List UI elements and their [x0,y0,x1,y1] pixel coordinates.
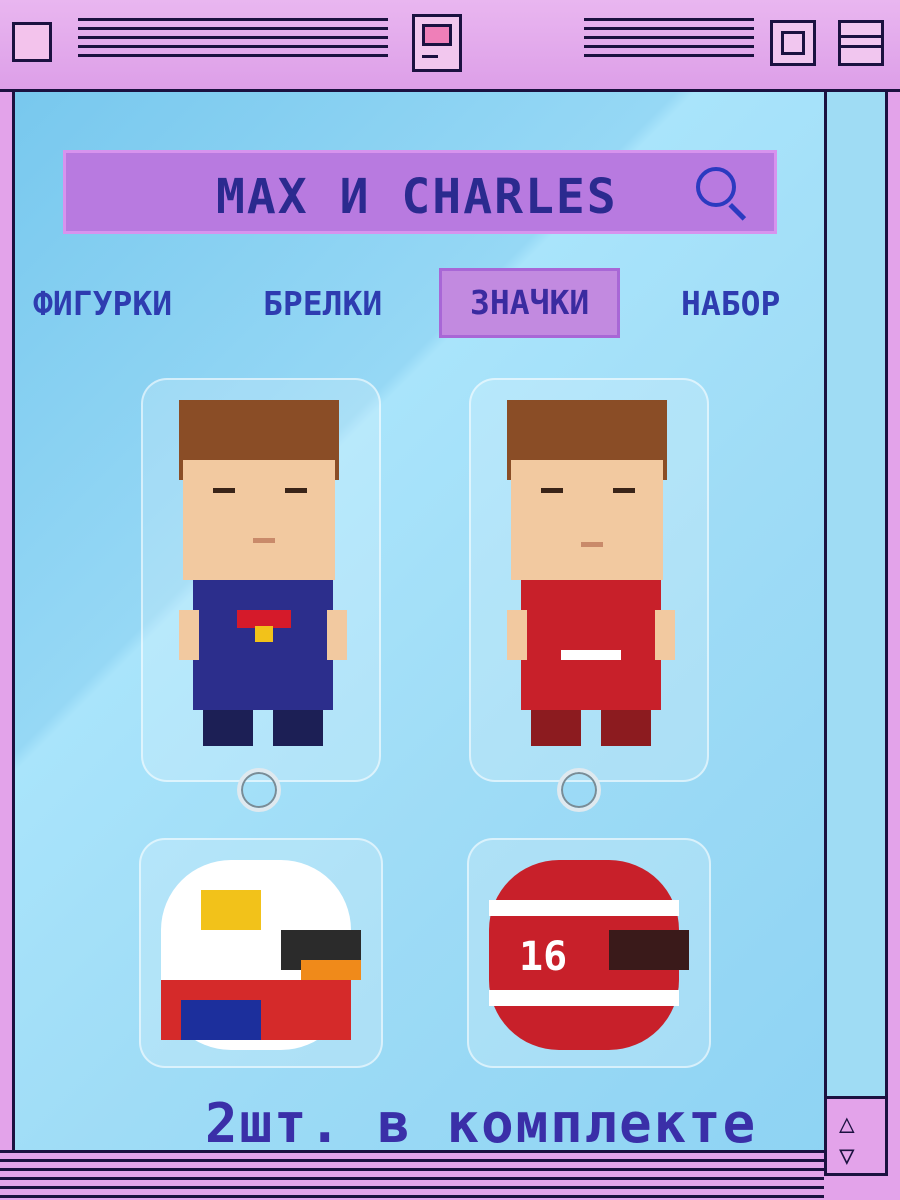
max-helmet [139,838,383,1068]
scroll-down-icon[interactable]: ▽ [839,1143,855,1169]
scroll-buttons: △ ▽ [824,1096,888,1176]
title-bar [0,0,900,92]
charles-helmet-art: 16 [489,860,689,1050]
keyring-max [237,768,281,812]
keyring-charles [557,768,601,812]
search-bar[interactable]: MAX И CHARLES [63,150,777,234]
title-stripes-left [78,18,388,64]
charles-figure [469,378,709,782]
maximize-button[interactable] [838,20,884,66]
max-helmet-art [161,860,361,1050]
scroll-up-icon[interactable]: △ [839,1111,855,1137]
scrollbar[interactable]: △ ▽ [824,92,888,1176]
tab-set[interactable]: НАБОР [681,272,780,336]
max-figure-art [179,400,347,746]
search-icon[interactable] [696,167,736,207]
helmet-number: 16 [519,934,567,980]
charles-helmet: 16 [467,838,711,1068]
window-menu-icon[interactable] [12,22,52,62]
computer-icon [412,14,462,72]
content-panel: MAX И CHARLES ФИГУРКИ БРЕЛКИ ЗНАЧКИ НАБО… [12,92,824,1172]
tab-badges[interactable]: ЗНАЧКИ [439,268,621,338]
minimize-button[interactable] [770,20,816,66]
set-info-text: 2шт. в комплекте [205,1092,758,1155]
search-input[interactable]: MAX И CHARLES [216,169,618,225]
bottom-stripes [0,1150,824,1200]
window-frame: MAX И CHARLES ФИГУРКИ БРЕЛКИ ЗНАЧКИ НАБО… [0,0,900,1200]
tab-keychains[interactable]: БРЕЛКИ [263,272,382,336]
title-stripes-right [584,18,754,64]
charles-figure-art [507,400,675,746]
max-figure [141,378,381,782]
tab-figures[interactable]: ФИГУРКИ [33,272,172,336]
